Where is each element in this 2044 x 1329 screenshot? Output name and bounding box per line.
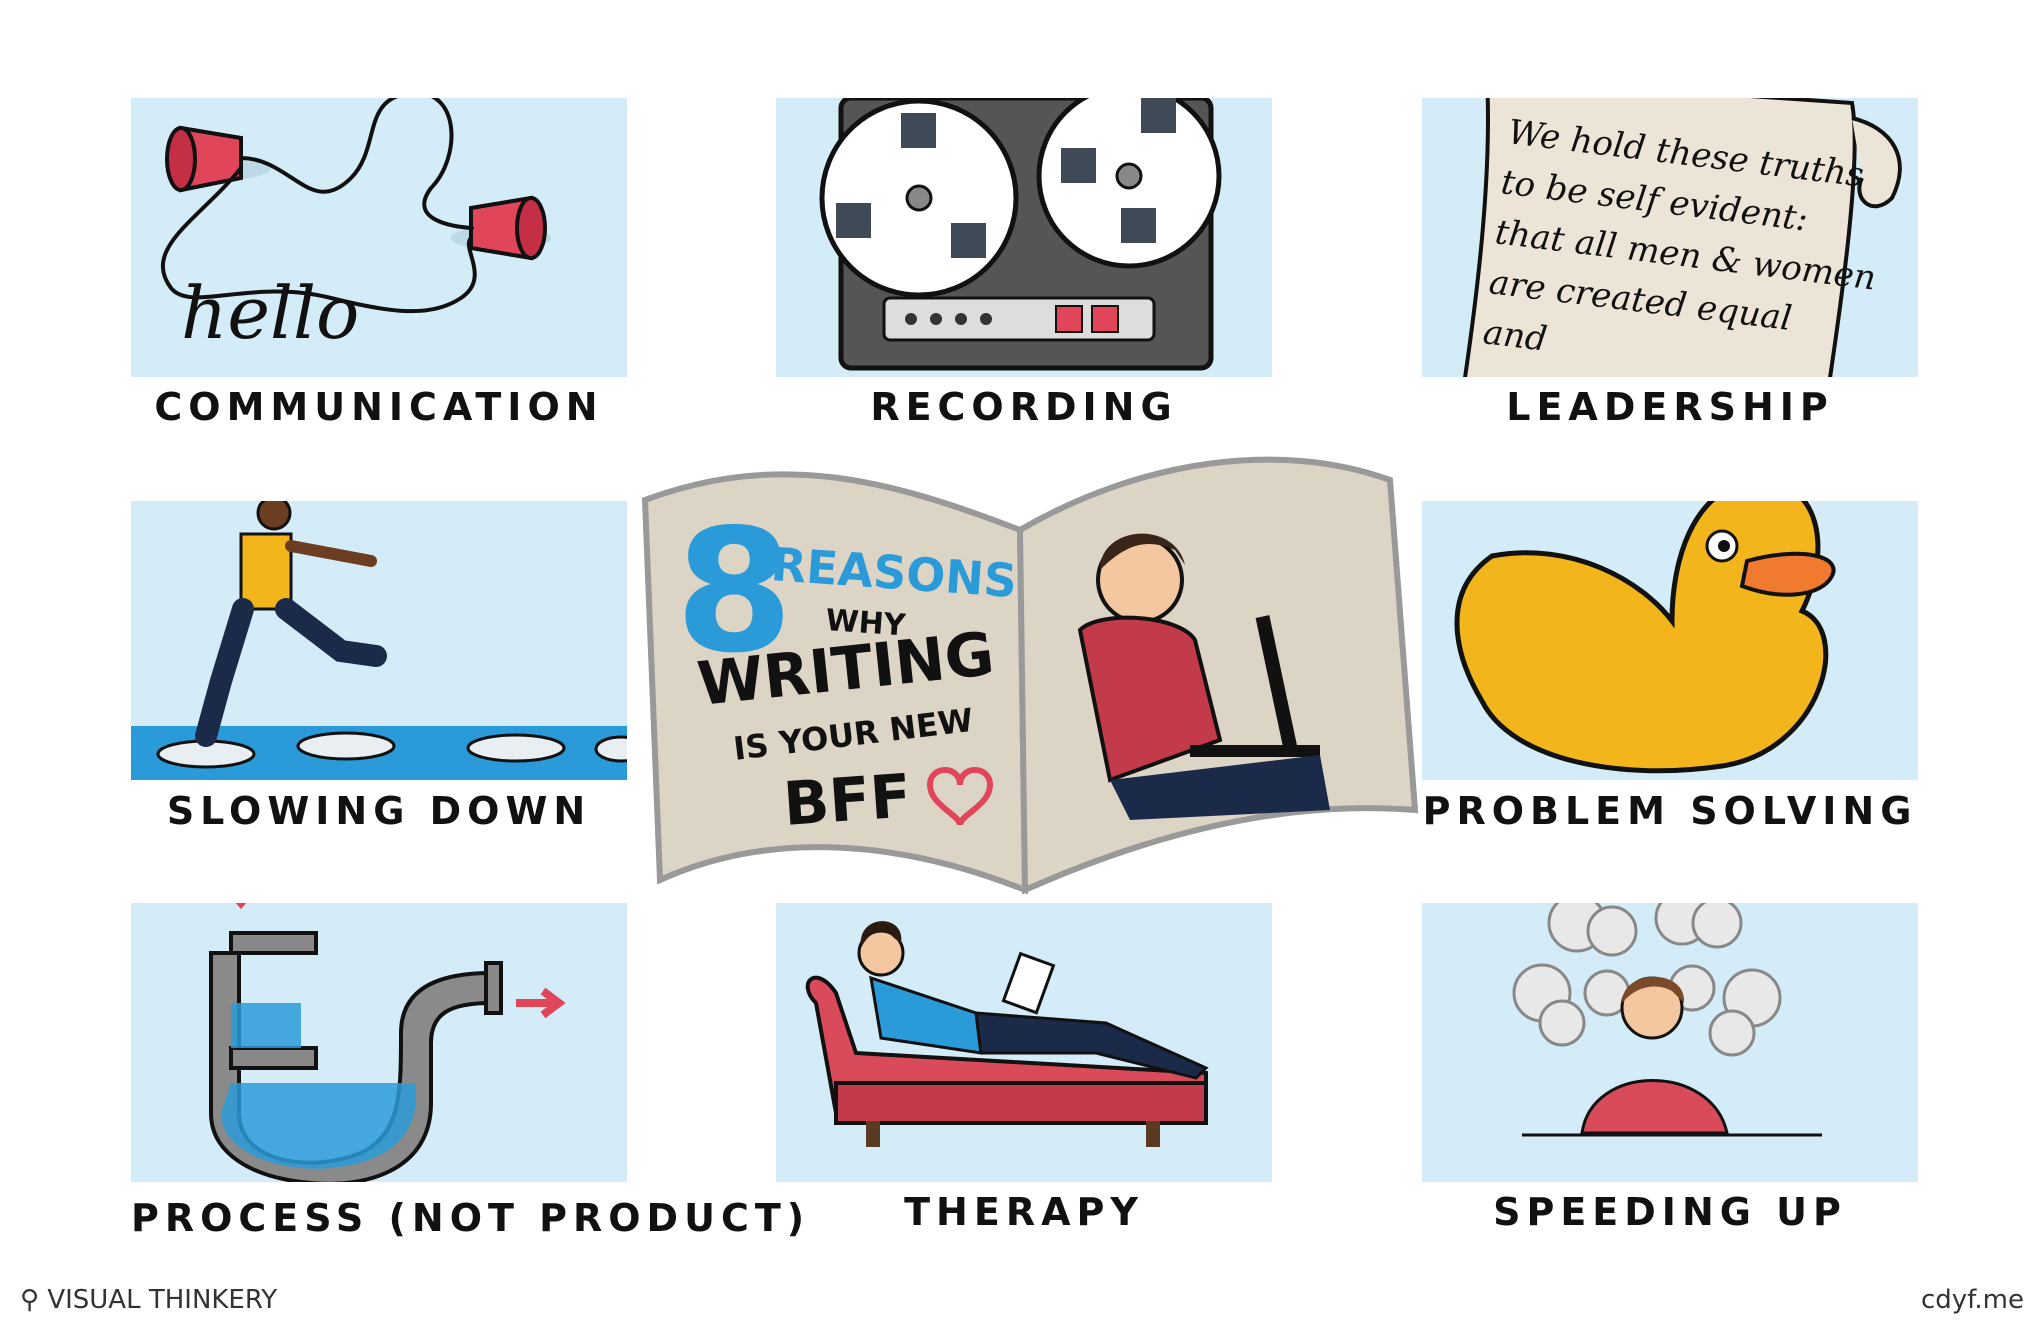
magnifier-icon: ⚲	[20, 1285, 40, 1315]
caption-therapy: THERAPY	[904, 1190, 1144, 1234]
tin-can-phone-icon: hello	[161, 98, 551, 355]
leadership-panel: We hold these truths to be self evident:…	[1422, 98, 1918, 377]
reel-to-reel-recorder-icon	[819, 98, 1222, 371]
hello-text: hello	[181, 271, 359, 355]
stepping-stones-icon	[131, 501, 627, 780]
scroll-line: and	[1481, 312, 1549, 359]
therapy-couch-icon	[805, 921, 1209, 1147]
caption-communication: COMMUNICATION	[154, 385, 604, 429]
problem-solving-panel	[1422, 501, 1918, 780]
book-bff: BFF	[781, 761, 913, 840]
caption-slowing-down: SLOWING DOWN	[166, 789, 592, 833]
rubber-duck-icon	[1454, 501, 1836, 774]
footer-left: ⚲ VISUAL THINKERY	[20, 1285, 277, 1315]
caption-speeding-up: SPEEDING UP	[1493, 1190, 1847, 1234]
footer-right: cdyf.me	[1920, 1285, 2024, 1315]
communication-panel: hello	[131, 98, 627, 377]
caption-problem-solving: PROBLEM SOLVING	[1422, 789, 1918, 833]
thought-clouds-icon	[1512, 903, 1822, 1137]
pipe-icon	[209, 903, 566, 1182]
caption-recording: RECORDING	[870, 385, 1178, 429]
caption-leadership: LEADERSHIP	[1506, 385, 1834, 429]
open-book-icon: 8 REASONS WHY WRITING IS YOUR NEW BFF	[641, 456, 1419, 895]
recording-panel	[776, 98, 1272, 377]
footer-brand: VISUAL THINKERY	[47, 1285, 278, 1315]
scroll-icon: We hold these truths to be self evident:…	[1463, 98, 1902, 377]
therapy-panel	[776, 903, 1272, 1182]
process-panel	[131, 903, 627, 1182]
slowing-down-panel	[131, 501, 627, 780]
caption-process: PROCESS (NOT PRODUCT)	[131, 1196, 811, 1240]
speeding-up-panel	[1422, 903, 1918, 1182]
